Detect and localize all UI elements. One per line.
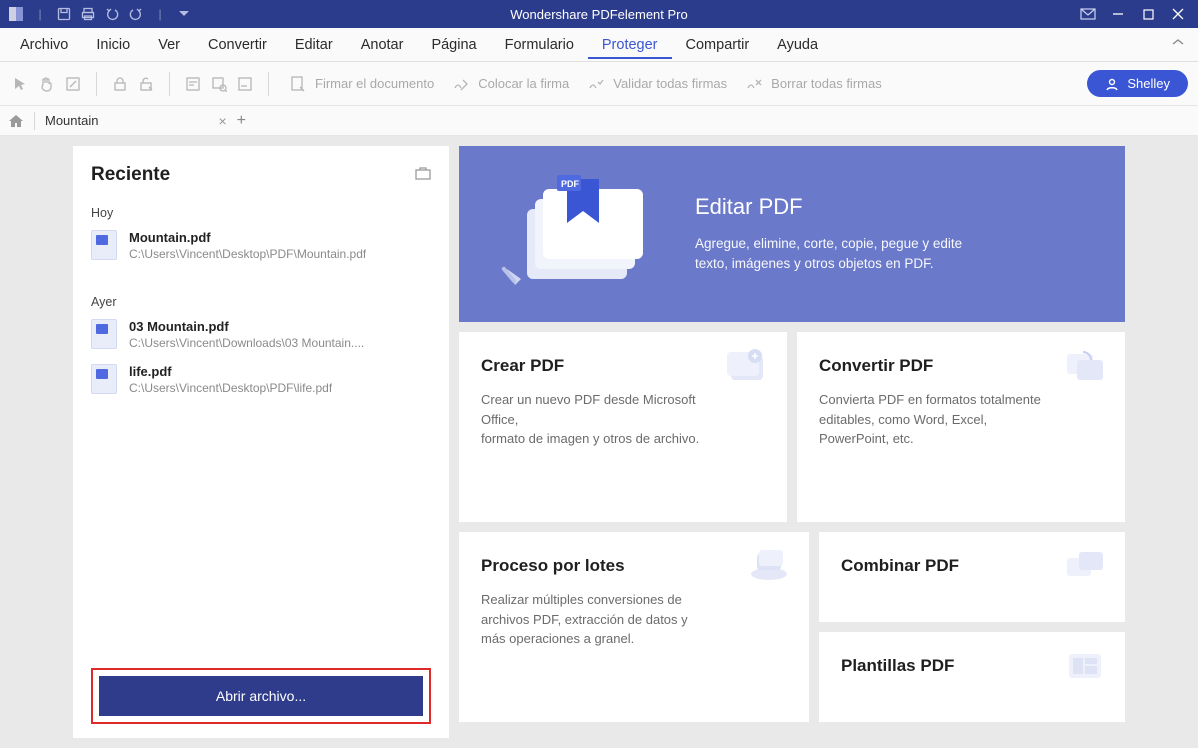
svg-text:PDF: PDF: [561, 179, 580, 189]
combine-icon: [1063, 548, 1107, 584]
file-path: C:\Users\Vincent\Desktop\PDF\Mountain.pd…: [129, 247, 366, 261]
redact-icon[interactable]: [182, 73, 204, 95]
save-icon[interactable]: [56, 6, 72, 22]
convert-pdf-icon: [1063, 348, 1107, 384]
new-tab-icon[interactable]: +: [237, 112, 246, 130]
titlebar: | | Wondershare PDFelement Pro: [0, 0, 1198, 28]
clear-label: Borrar todas firmas: [771, 76, 882, 91]
validate-icon: [585, 73, 607, 95]
place-signature-label: Colocar la firma: [478, 76, 569, 91]
pdf-file-icon: [91, 364, 117, 394]
quick-access-dropdown-icon[interactable]: [176, 6, 192, 22]
sign-document-label: Firmar el documento: [315, 76, 434, 91]
menu-inicio[interactable]: Inicio: [82, 31, 144, 59]
briefcase-icon[interactable]: [415, 166, 431, 180]
batch-process-card[interactable]: Proceso por lotes Realizar múltiples con…: [459, 532, 809, 722]
minimize-icon[interactable]: [1110, 6, 1126, 22]
file-path: C:\Users\Vincent\Desktop\PDF\life.pdf: [129, 381, 332, 395]
open-file-button[interactable]: Abrir archivo...: [99, 676, 423, 716]
edit-pdf-illustration-icon: PDF: [487, 169, 667, 299]
place-signature-button[interactable]: Colocar la firma: [444, 73, 575, 95]
file-name: Mountain.pdf: [129, 230, 366, 245]
file-path: C:\Users\Vincent\Downloads\03 Mountain..…: [129, 336, 364, 350]
card-desc: Convierta PDF en formatos totalmente edi…: [819, 390, 1049, 449]
clear-signatures-button[interactable]: Borrar todas firmas: [737, 73, 888, 95]
pointer-tool-icon[interactable]: [10, 73, 32, 95]
file-name: life.pdf: [129, 364, 332, 379]
menu-anotar[interactable]: Anotar: [347, 31, 418, 59]
hand-tool-icon[interactable]: [36, 73, 58, 95]
menu-formulario[interactable]: Formulario: [491, 31, 588, 59]
templates-icon: [1063, 648, 1107, 684]
card-desc: Crear un nuevo PDF desde Microsoft Offic…: [481, 390, 711, 449]
sign-document-icon: [287, 73, 309, 95]
hero-desc: Agregue, elimine, corte, copie, pegue y …: [695, 234, 995, 273]
card-title: Proceso por lotes: [481, 556, 787, 576]
card-desc: Realizar múltiples conversiones de archi…: [481, 590, 711, 649]
menu-editar[interactable]: Editar: [281, 31, 347, 59]
clear-icon: [743, 73, 765, 95]
tab-close-icon[interactable]: ×: [218, 113, 226, 129]
place-signature-icon: [450, 73, 472, 95]
create-pdf-icon: [725, 348, 769, 384]
lock-icon[interactable]: [109, 73, 131, 95]
menu-ayuda[interactable]: Ayuda: [763, 31, 832, 59]
print-icon[interactable]: [80, 6, 96, 22]
user-name: Shelley: [1127, 76, 1170, 91]
unlock-icon[interactable]: [135, 73, 157, 95]
home-tab-icon[interactable]: [8, 114, 24, 128]
redo-icon[interactable]: [128, 6, 144, 22]
batch-icon: [747, 548, 791, 584]
today-label: Hoy: [91, 206, 431, 220]
templates-pdf-card[interactable]: Plantillas PDF: [819, 632, 1125, 722]
maximize-icon[interactable]: [1140, 6, 1156, 22]
collapse-ribbon-icon[interactable]: [1172, 38, 1184, 46]
edit-tool-icon[interactable]: [62, 73, 84, 95]
app-logo-icon: [8, 6, 24, 22]
edit-pdf-hero[interactable]: PDF Editar PDF Agregue, elimine, corte, …: [459, 146, 1125, 322]
menu-proteger[interactable]: Proteger: [588, 31, 672, 59]
recent-file-item[interactable]: Mountain.pdf C:\Users\Vincent\Desktop\PD…: [91, 230, 431, 261]
menu-ver[interactable]: Ver: [144, 31, 194, 59]
document-tab[interactable]: Mountain ×: [45, 113, 227, 129]
recent-panel: Reciente Hoy Mountain.pdf C:\Users\Vince…: [73, 146, 449, 738]
file-name: 03 Mountain.pdf: [129, 319, 364, 334]
redact-search-icon[interactable]: [208, 73, 230, 95]
hero-title: Editar PDF: [695, 194, 995, 220]
validate-label: Validar todas firmas: [613, 76, 727, 91]
menu-convertir[interactable]: Convertir: [194, 31, 281, 59]
recent-heading: Reciente: [91, 164, 431, 186]
actions-panel: PDF Editar PDF Agregue, elimine, corte, …: [459, 146, 1125, 738]
mail-icon[interactable]: [1080, 6, 1096, 22]
close-icon[interactable]: [1170, 6, 1186, 22]
create-pdf-card[interactable]: Crear PDF Crear un nuevo PDF desde Micro…: [459, 332, 787, 522]
combine-pdf-card[interactable]: Combinar PDF: [819, 532, 1125, 622]
validate-signatures-button[interactable]: Validar todas firmas: [579, 73, 733, 95]
menubar: Archivo Inicio Ver Convertir Editar Anot…: [0, 28, 1198, 62]
open-file-highlight: Abrir archivo...: [91, 668, 431, 724]
convert-pdf-card[interactable]: Convertir PDF Convierta PDF en formatos …: [797, 332, 1125, 522]
home-content: Reciente Hoy Mountain.pdf C:\Users\Vince…: [0, 136, 1198, 748]
recent-file-item[interactable]: 03 Mountain.pdf C:\Users\Vincent\Downloa…: [91, 319, 431, 350]
menu-compartir[interactable]: Compartir: [672, 31, 764, 59]
card-title: Crear PDF: [481, 356, 765, 376]
document-tabbar: Mountain × +: [0, 106, 1198, 136]
user-icon: [1105, 77, 1119, 91]
toolbar: Firmar el documento Colocar la firma Val…: [0, 62, 1198, 106]
card-title: Convertir PDF: [819, 356, 1103, 376]
pdf-file-icon: [91, 319, 117, 349]
apply-redact-icon[interactable]: [234, 73, 256, 95]
undo-icon[interactable]: [104, 6, 120, 22]
yesterday-label: Ayer: [91, 295, 431, 309]
menu-pagina[interactable]: Página: [417, 31, 490, 59]
sign-document-button[interactable]: Firmar el documento: [281, 73, 440, 95]
user-account-button[interactable]: Shelley: [1087, 70, 1188, 97]
menu-archivo[interactable]: Archivo: [6, 31, 82, 59]
tab-title: Mountain: [45, 113, 98, 128]
pdf-file-icon: [91, 230, 117, 260]
recent-file-item[interactable]: life.pdf C:\Users\Vincent\Desktop\PDF\li…: [91, 364, 431, 395]
